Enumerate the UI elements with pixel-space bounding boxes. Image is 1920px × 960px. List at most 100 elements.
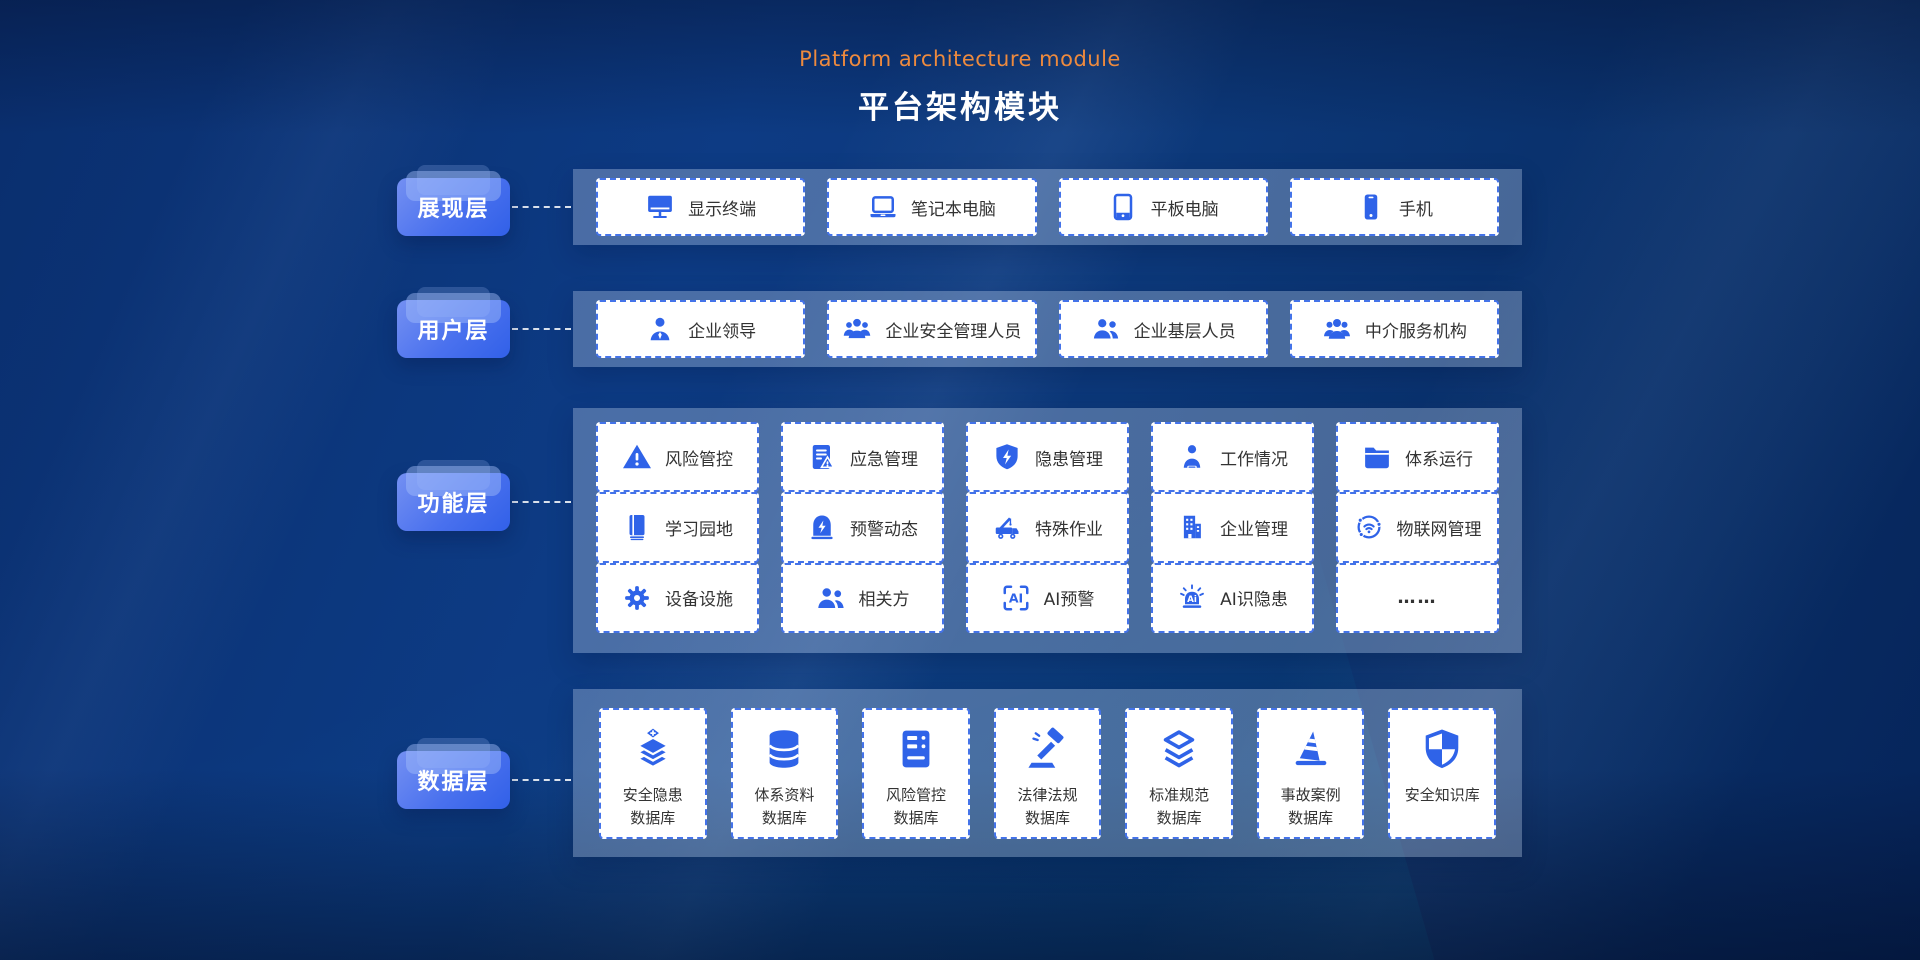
database-card-label-line: 数据库 (1018, 807, 1078, 830)
module-chip: 特殊作业 (966, 492, 1129, 562)
module-chip: 物联网管理 (1336, 492, 1499, 562)
module-chip: 应急管理 (781, 422, 944, 492)
layer-panel-user: 企业领导 企业安全管理人员 企业基层人员 中介服务机构 (573, 291, 1522, 367)
layer-panel-presentation: 显示终端 笔记本电脑 平板电脑 手机 (573, 169, 1522, 245)
database-card-label-line: 数据库 (754, 807, 814, 830)
tablet-icon (1108, 192, 1138, 222)
laptop-icon (868, 192, 898, 222)
team-icon (842, 314, 872, 344)
database-card-label: 安全隐患数据库 (623, 784, 683, 831)
alert-bolt-icon (807, 512, 837, 542)
database-card-label-line: 风险管控 (886, 784, 946, 807)
connector-line (512, 328, 571, 330)
svg-text:Ai: Ai (1187, 595, 1197, 605)
module-label: 中介服务机构 (1365, 317, 1467, 342)
module-row: 企业领导 企业安全管理人员 企业基层人员 中介服务机构 (596, 300, 1499, 358)
database-card: 事故案例数据库 (1257, 708, 1365, 839)
module-chip: AI AI预警 (966, 563, 1129, 633)
module-chip: 中介服务机构 (1290, 300, 1499, 358)
page-title: 平台架构模块 (0, 82, 1920, 127)
gavel-icon (1025, 726, 1071, 772)
module-label: 手机 (1399, 195, 1433, 220)
module-label: 笔记本电脑 (911, 195, 996, 220)
module-chip: 平板电脑 (1059, 178, 1268, 236)
database-card-label-line: 数据库 (623, 807, 683, 830)
iot-icon (1354, 512, 1384, 542)
module-chip: 企业安全管理人员 (827, 300, 1036, 358)
crane-truck-icon (992, 512, 1022, 542)
book-icon (622, 512, 652, 542)
shield-icon (1419, 726, 1465, 772)
module-chip: 企业基层人员 (1059, 300, 1268, 358)
database-card-label-line: 数据库 (1149, 807, 1209, 830)
database-card-label-line: 标准规范 (1149, 784, 1209, 807)
module-chip: 显示终端 (596, 178, 805, 236)
server-icon (893, 726, 939, 772)
module-label: 特殊作业 (1035, 515, 1103, 540)
database-card-label-line: 法律法规 (1018, 784, 1078, 807)
module-label: 平板电脑 (1151, 195, 1219, 220)
layer-label-data: 数据层 (397, 751, 510, 809)
module-label: 风险管控 (665, 445, 733, 470)
database-card: 法律法规数据库 (994, 708, 1102, 839)
database-card: 风险管控数据库 (862, 708, 970, 839)
connector-line (512, 206, 571, 208)
building-icon (1177, 512, 1207, 542)
gear-icon (622, 583, 652, 613)
module-label: 学习园地 (665, 515, 733, 540)
module-chip: 企业领导 (596, 300, 805, 358)
module-label: 企业管理 (1220, 515, 1288, 540)
database-card-label: 法律法规数据库 (1018, 784, 1078, 831)
shield-bolt-icon (992, 442, 1022, 472)
module-label: 应急管理 (850, 445, 918, 470)
module-row: 风险管控 应急管理 隐患管理 工作情况 体系运行 (596, 422, 1499, 492)
module-chip: 手机 (1290, 178, 1499, 236)
ai-scan-icon: AI (1001, 583, 1031, 613)
module-chip: 风险管控 (596, 422, 759, 492)
cone-icon (1288, 726, 1334, 772)
layer-panel-data: 安全隐患数据库体系资料数据库风险管控数据库法律法规数据库标准规范数据库事故案例数… (573, 689, 1522, 857)
database-card-label: 风险管控数据库 (886, 784, 946, 831)
database-card: 体系资料数据库 (731, 708, 839, 839)
layer-label-user: 用户层 (397, 300, 510, 358)
people-icon (816, 583, 846, 613)
layers-icon (1156, 726, 1202, 772)
module-label: 企业基层人员 (1134, 317, 1236, 342)
module-row: 学习园地 预警动态 特殊作业 企业管理 物联网管理 (596, 492, 1499, 562)
module-chip: AiAI识隐患 (1151, 563, 1314, 633)
layer-label-presentation: 展现层 (397, 178, 510, 236)
module-label: AI预警 (1044, 585, 1095, 610)
layer-panel-function: 风险管控 应急管理 隐患管理 工作情况 体系运行学习园地 预警动态 特殊作业 企业管理 物联网管… (573, 408, 1522, 653)
database-card-label-line: 安全隐患 (623, 784, 683, 807)
subtitle-english: Platform architecture module (0, 47, 1920, 71)
database-card-label: 安全知识库 (1405, 784, 1480, 807)
database-card-label-line: 事故案例 (1281, 784, 1341, 807)
worker-icon (1177, 442, 1207, 472)
module-label: 显示终端 (688, 195, 756, 220)
svg-text:AI: AI (1009, 590, 1023, 605)
database-card: 标准规范数据库 (1125, 708, 1233, 839)
connector-line (512, 501, 571, 503)
database-card: 安全隐患数据库 (599, 708, 707, 839)
module-chip: 预警动态 (781, 492, 944, 562)
module-chip: 学习园地 (596, 492, 759, 562)
module-label: 工作情况 (1220, 445, 1288, 470)
module-chip: 笔记本电脑 (827, 178, 1036, 236)
folder-icon (1362, 442, 1392, 472)
layer-label-function: 功能层 (397, 473, 510, 531)
module-row: 设备设施 相关方 AI AI预警 AiAI识隐患 …… (596, 563, 1499, 633)
module-chip: 企业管理 (1151, 492, 1314, 562)
module-label: 企业安全管理人员 (885, 317, 1021, 342)
module-chip: 体系运行 (1336, 422, 1499, 492)
module-chip: 隐患管理 (966, 422, 1129, 492)
person-icon (645, 314, 675, 344)
database-card-label-line: 数据库 (886, 807, 946, 830)
module-label: 设备设施 (665, 585, 733, 610)
module-label: 预警动态 (850, 515, 918, 540)
module-label: 相关方 (859, 585, 910, 610)
database-card-label: 标准规范数据库 (1149, 784, 1209, 831)
module-label: 体系运行 (1405, 445, 1473, 470)
module-label: 企业领导 (688, 317, 756, 342)
ai-alarm-icon: Ai (1177, 583, 1207, 613)
module-label: …… (1398, 587, 1438, 608)
